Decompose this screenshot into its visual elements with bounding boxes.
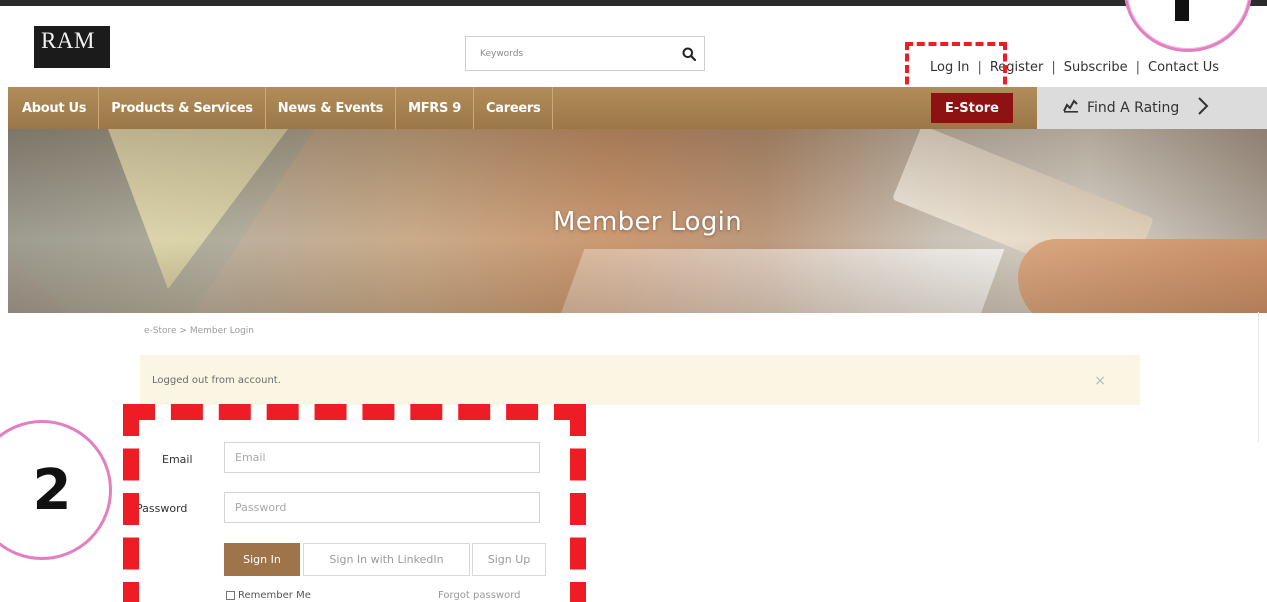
- separator: |: [1051, 60, 1056, 75]
- page-title: Member Login: [553, 207, 742, 237]
- top-rule: [0, 0, 1267, 6]
- contact-us-link[interactable]: Contact Us: [1148, 60, 1219, 75]
- logout-alert: Logged out from account. ×: [140, 355, 1140, 405]
- login-form-highlight-box: [123, 404, 586, 602]
- breadcrumb[interactable]: e-Store > Member Login: [144, 326, 254, 336]
- nav-about-us[interactable]: About Us: [8, 87, 100, 129]
- nav-news-events[interactable]: News & Events: [266, 87, 397, 129]
- step-1-number-glyph: [1175, 0, 1189, 21]
- close-icon[interactable]: ×: [1094, 373, 1106, 389]
- ram-logo[interactable]: RAM: [34, 26, 110, 68]
- rating-icon: [1063, 99, 1079, 117]
- estore-button[interactable]: E-Store: [930, 93, 1013, 123]
- step-2-callout: 2: [0, 420, 112, 560]
- find-a-rating-button[interactable]: Find A Rating: [1037, 87, 1267, 129]
- step-2-number: 2: [32, 457, 72, 523]
- search-box: [465, 36, 705, 71]
- nav-products-services[interactable]: Products & Services: [99, 87, 266, 129]
- chevron-right-icon: [1197, 96, 1209, 120]
- subscribe-link[interactable]: Subscribe: [1064, 60, 1128, 75]
- nav-careers[interactable]: Careers: [474, 87, 554, 129]
- search-input[interactable]: [466, 37, 674, 70]
- find-a-rating-label: Find A Rating: [1087, 100, 1180, 116]
- separator: |: [1135, 60, 1141, 75]
- nav-mfrs9[interactable]: MFRS 9: [396, 87, 475, 129]
- search-icon[interactable]: [674, 39, 704, 69]
- main-nav: About Us Products & Services News & Even…: [8, 87, 1267, 129]
- hero-banner: Member Login: [8, 129, 1267, 313]
- page-edge-divider: [1258, 312, 1267, 442]
- step-1-callout: [1124, 0, 1252, 52]
- alert-message: Logged out from account.: [152, 374, 281, 386]
